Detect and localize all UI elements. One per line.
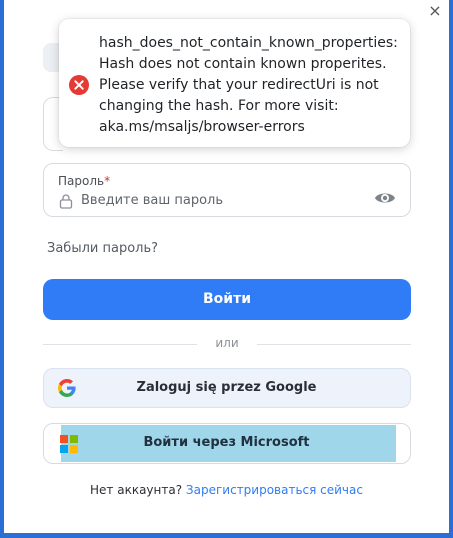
microsoft-button-label: Войти через Microsoft (143, 435, 310, 450)
divider-text: или (215, 336, 239, 350)
google-login-button[interactable]: Zaloguj się przez Google (43, 368, 411, 408)
forgot-password-link[interactable]: Забыли пароль? (47, 241, 158, 256)
signup-link[interactable]: Зарегистрироваться сейчас (186, 483, 363, 497)
password-label: Пароль* (58, 174, 110, 188)
error-message: hash_does_not_contain_known_properties: … (99, 35, 398, 135)
signup-prompt: Нет аккаунта? (90, 483, 183, 497)
divider-line (257, 344, 411, 345)
lock-icon (59, 194, 73, 209)
divider-line (43, 344, 197, 345)
eye-icon[interactable] (374, 189, 396, 207)
google-button-label: Zaloguj się przez Google (136, 380, 317, 395)
login-button[interactable]: Войти (43, 279, 411, 320)
required-mark: * (104, 174, 111, 188)
error-circle-icon (69, 75, 89, 95)
password-field[interactable]: Пароль* (43, 163, 411, 217)
signup-row: Нет аккаунта? Зарегистрироваться сейчас (4, 483, 449, 497)
close-icon: × (428, 1, 442, 20)
microsoft-login-button[interactable]: Войти через Microsoft (43, 423, 411, 464)
window-edge-bottom (0, 533, 453, 538)
password-input[interactable] (81, 190, 361, 210)
login-dialog: × Пароль* Забыли пароль? Войти или Zalog… (4, 0, 449, 533)
password-label-text: Пароль (58, 174, 105, 188)
error-toast: hash_does_not_contain_known_properties: … (59, 19, 410, 147)
close-button[interactable]: × (426, 2, 444, 20)
